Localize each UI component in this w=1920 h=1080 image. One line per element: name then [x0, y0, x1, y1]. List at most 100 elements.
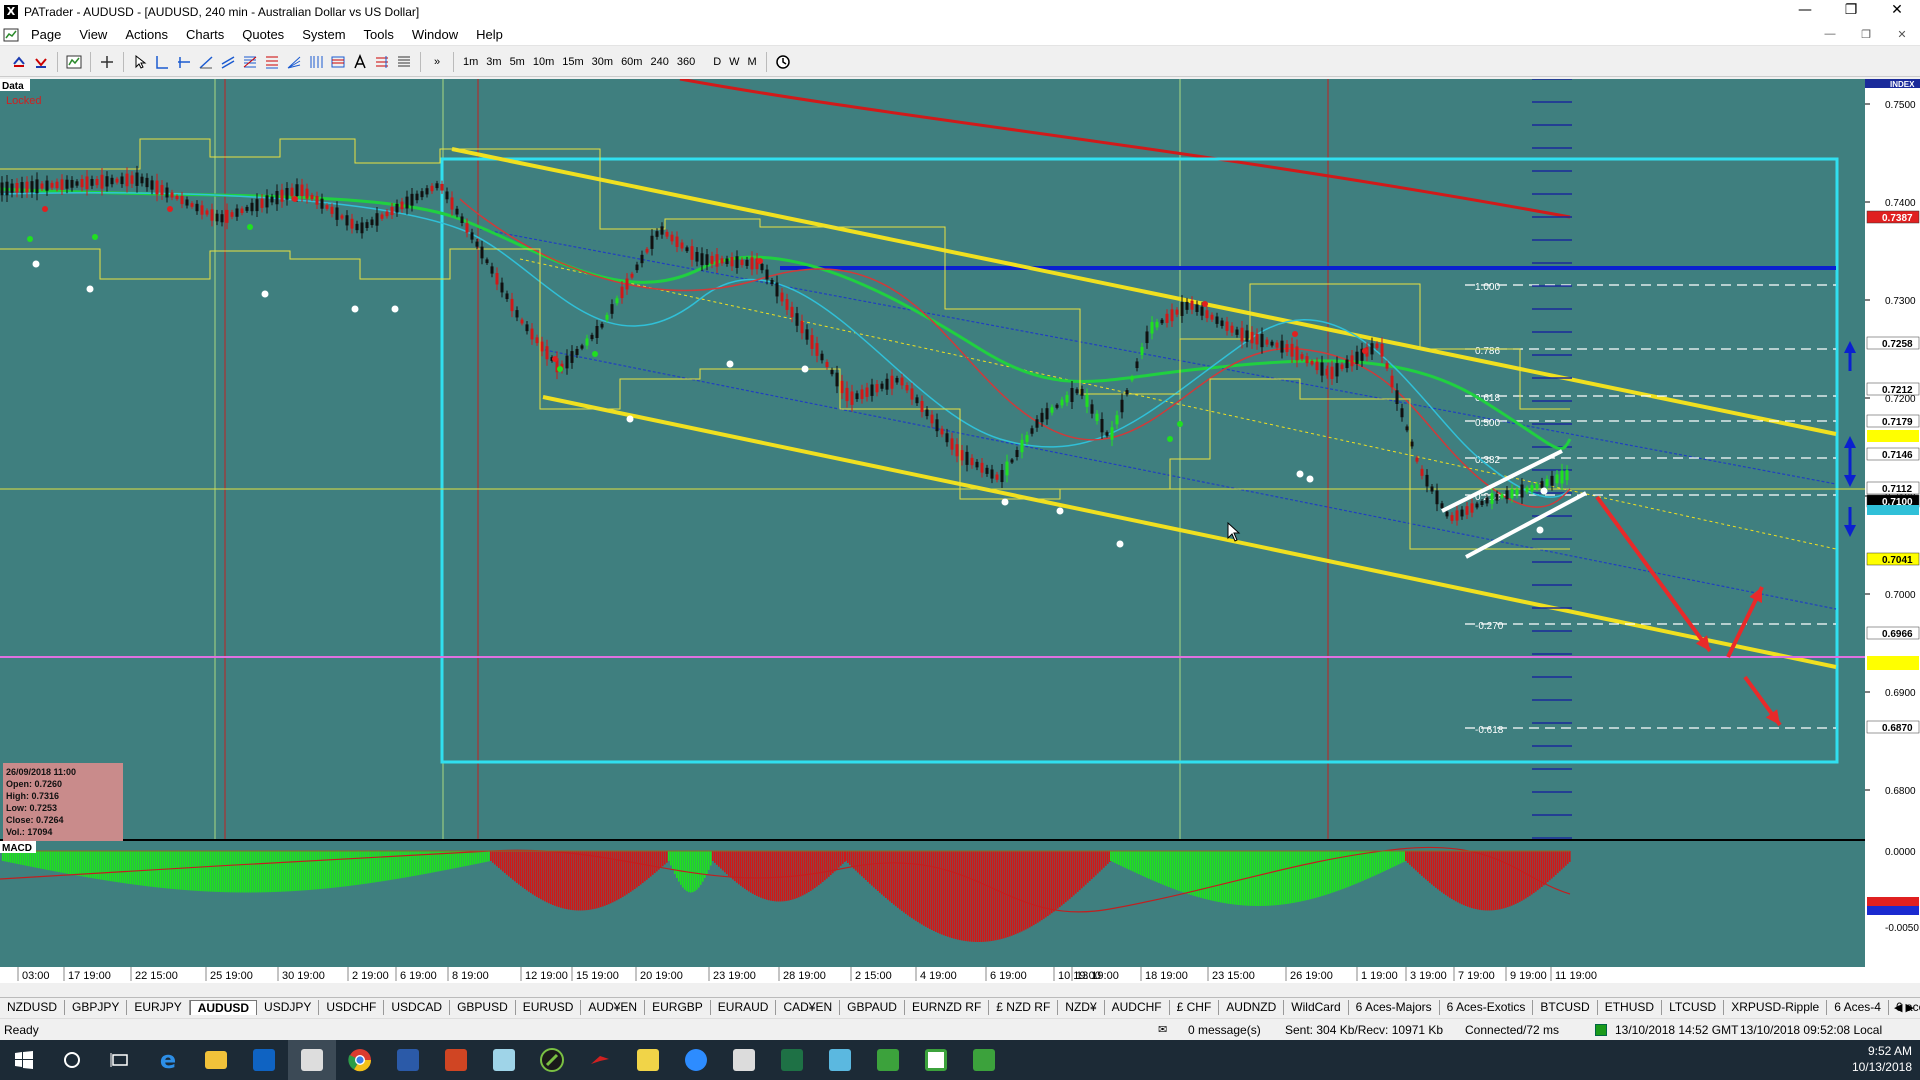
symbol-tab[interactable]: 6 Aces-4: [1827, 1000, 1889, 1015]
channel-icon[interactable]: [218, 52, 238, 72]
symbol-tab[interactable]: NZDUSD: [0, 1000, 65, 1015]
calculator-icon[interactable]: [720, 1040, 768, 1080]
fib-fan-icon[interactable]: [284, 52, 304, 72]
mdi-minimize-button[interactable]: —: [1812, 28, 1848, 41]
timeframe-3m-button[interactable]: 3m: [482, 56, 505, 68]
chart-area[interactable]: 0.75000.74000.73000.72000.71000.70000.69…: [0, 77, 1920, 983]
camtasia-icon-2[interactable]: [912, 1040, 960, 1080]
chart-page-icon[interactable]: [1, 25, 21, 45]
task-view-icon[interactable]: [96, 1040, 144, 1080]
symbol-tab[interactable]: 6 Aces-Exotics: [1440, 1000, 1534, 1015]
text-icon[interactable]: [350, 52, 370, 72]
list-icon[interactable]: [394, 52, 414, 72]
powerpoint-icon[interactable]: [432, 1040, 480, 1080]
arrows-icon[interactable]: [9, 52, 29, 72]
word-icon[interactable]: [384, 1040, 432, 1080]
symbol-tab[interactable]: USDJPY: [257, 1000, 320, 1015]
excel-icon[interactable]: [768, 1040, 816, 1080]
timeframe-1m-button[interactable]: 1m: [459, 56, 482, 68]
new-chart-icon[interactable]: [64, 52, 84, 72]
cortana-search-icon[interactable]: [48, 1040, 96, 1080]
edge-browser-icon[interactable]: e: [144, 1040, 192, 1080]
symbol-tab[interactable]: GBPAUD: [840, 1000, 905, 1015]
clock-icon[interactable]: [773, 52, 793, 72]
menu-actions[interactable]: Actions: [116, 27, 177, 42]
timeframe-5m-button[interactable]: 5m: [506, 56, 529, 68]
symbol-tab[interactable]: EURAUD: [711, 1000, 777, 1015]
message-icon[interactable]: ✉: [1158, 1023, 1167, 1036]
windows-start-icon[interactable]: [0, 1040, 48, 1080]
price-chart[interactable]: 0.75000.74000.73000.72000.71000.70000.69…: [0, 77, 1920, 983]
chrome-icon[interactable]: [336, 1040, 384, 1080]
symbol-tab[interactable]: AUD¥EN: [581, 1000, 646, 1015]
pointer-icon[interactable]: [130, 52, 150, 72]
timeframe-60m-button[interactable]: 60m: [617, 56, 646, 68]
timeframe-360-button[interactable]: 360: [673, 56, 699, 68]
symbol-tab[interactable]: LTCUSD: [1662, 1000, 1725, 1015]
fib-levels-icon[interactable]: [262, 52, 282, 72]
symbol-tab[interactable]: £ NZD RF: [989, 1000, 1059, 1015]
symbol-tab[interactable]: BTCUSD: [1533, 1000, 1598, 1015]
vertical-line-icon[interactable]: [152, 52, 172, 72]
timeframe-15m-button[interactable]: 15m: [558, 56, 587, 68]
properties-icon[interactable]: [372, 52, 392, 72]
symbol-tab[interactable]: EURNZD RF: [905, 1000, 990, 1015]
menu-help[interactable]: Help: [467, 27, 512, 42]
outlook-icon[interactable]: [240, 1040, 288, 1080]
symbol-tab[interactable]: £ CHF: [1170, 1000, 1220, 1015]
symbol-tab[interactable]: USDCAD: [384, 1000, 451, 1015]
symbol-tab[interactable]: EURGBP: [645, 1000, 711, 1015]
fib-time-icon[interactable]: [306, 52, 326, 72]
sticky-app-icon[interactable]: [624, 1040, 672, 1080]
symbol-tab[interactable]: NZD¥: [1058, 1000, 1105, 1015]
zoom-icon[interactable]: [672, 1040, 720, 1080]
symbol-tab[interactable]: AUDNZD: [1219, 1000, 1285, 1015]
symbol-tab[interactable]: GBPUSD: [450, 1000, 516, 1015]
patrader-app-icon[interactable]: [288, 1040, 336, 1080]
tab-scroll-arrows-icon[interactable]: ◀ ▶: [1894, 1001, 1914, 1014]
symbol-tab[interactable]: CAD¥EN: [776, 1000, 841, 1015]
timeframe-D-button[interactable]: D: [709, 56, 725, 68]
symbol-tab[interactable]: GBPJPY: [65, 1000, 128, 1015]
menu-system[interactable]: System: [293, 27, 354, 42]
menu-tools[interactable]: Tools: [355, 27, 403, 42]
menu-page[interactable]: Page: [22, 27, 70, 42]
menu-view[interactable]: View: [70, 27, 116, 42]
symbol-tab[interactable]: USDCHF: [319, 1000, 385, 1015]
symbol-tab[interactable]: EURUSD: [516, 1000, 582, 1015]
timeframe-240-button[interactable]: 240: [646, 56, 672, 68]
menu-charts[interactable]: Charts: [177, 27, 233, 42]
symbol-tab[interactable]: EURJPY: [127, 1000, 190, 1015]
camtasia-icon-1[interactable]: [864, 1040, 912, 1080]
menu-quotes[interactable]: Quotes: [233, 27, 293, 42]
symbol-tab[interactable]: AUDCHF: [1105, 1000, 1170, 1015]
symbol-tab[interactable]: ETHUSD: [1598, 1000, 1663, 1015]
camtasia-icon-3[interactable]: [960, 1040, 1008, 1080]
close-button[interactable]: ✕: [1874, 0, 1920, 22]
timeframe-W-button[interactable]: W: [725, 56, 743, 68]
timeframe-10m-button[interactable]: 10m: [529, 56, 558, 68]
mdi-restore-button[interactable]: ❐: [1848, 28, 1884, 41]
mdi-close-button[interactable]: ✕: [1884, 28, 1920, 41]
remote-desktop-icon[interactable]: [816, 1040, 864, 1080]
order-icon[interactable]: [31, 52, 51, 72]
menu-window[interactable]: Window: [403, 27, 467, 42]
minimize-button[interactable]: —: [1782, 0, 1828, 22]
crosshair-icon[interactable]: [97, 52, 117, 72]
more-chevron-icon[interactable]: »: [427, 52, 447, 72]
symbol-tab[interactable]: 6 Aces-Majors: [1349, 1000, 1440, 1015]
maximize-button[interactable]: ❐: [1828, 0, 1874, 22]
notes-icon[interactable]: [480, 1040, 528, 1080]
timeframe-30m-button[interactable]: 30m: [588, 56, 617, 68]
red-app-icon[interactable]: [576, 1040, 624, 1080]
gann-icon[interactable]: [328, 52, 348, 72]
taskbar-clock[interactable]: 9:52 AM 10/13/2018: [1852, 1043, 1912, 1075]
timeframe-M-button[interactable]: M: [744, 56, 761, 68]
fibonacci-icon[interactable]: [240, 52, 260, 72]
symbol-tab[interactable]: AUDUSD: [189, 1000, 258, 1015]
horizontal-line-icon[interactable]: [174, 52, 194, 72]
trading-app-icon[interactable]: [528, 1040, 576, 1080]
file-explorer-icon[interactable]: [192, 1040, 240, 1080]
trendline-icon[interactable]: [196, 52, 216, 72]
symbol-tab[interactable]: XRPUSD-Ripple: [1724, 1000, 1828, 1015]
